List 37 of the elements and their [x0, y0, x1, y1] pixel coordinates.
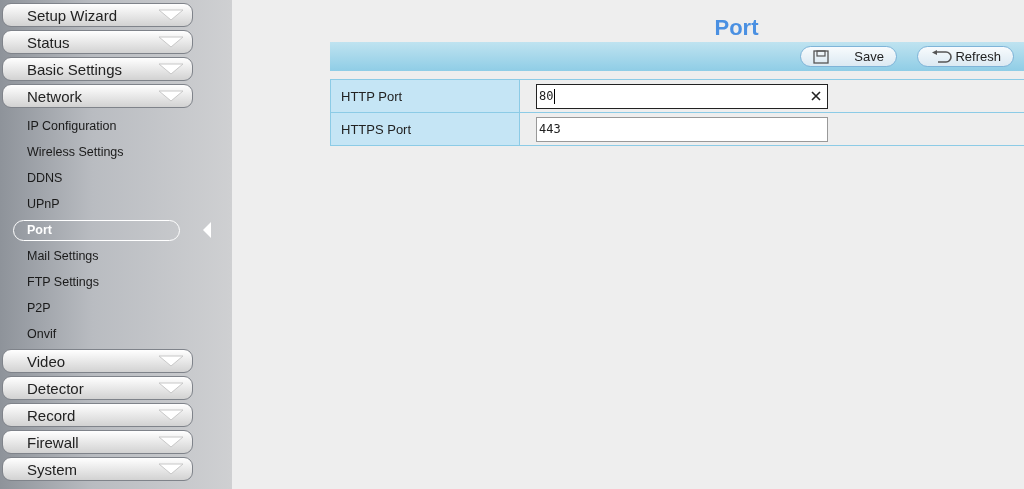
- pointer-icon: [202, 222, 212, 238]
- menu-group[interactable]: Video: [2, 349, 193, 373]
- menu-item[interactable]: DDNS: [27, 167, 63, 189]
- port-field[interactable]: 443: [536, 116, 828, 142]
- page-title: Port: [713, 15, 760, 42]
- chevron-down-icon: [158, 355, 184, 367]
- save-button[interactable]: Save: [800, 46, 897, 67]
- menu-item[interactable]: Wireless Settings: [27, 141, 124, 163]
- menu-item[interactable]: IP Configuration: [27, 115, 117, 137]
- field-label: HTTPS Port: [331, 113, 520, 145]
- chevron-down-icon: [158, 90, 184, 102]
- refresh-button[interactable]: Refresh: [917, 46, 1014, 67]
- chevron-down-icon: [158, 63, 184, 75]
- text-cursor: [554, 88, 556, 104]
- menu-item[interactable]: UPnP: [27, 193, 60, 215]
- menu-group[interactable]: Record: [2, 403, 193, 427]
- menu-group[interactable]: Setup Wizard: [2, 3, 193, 27]
- menu-item[interactable]: P2P: [27, 297, 51, 319]
- chevron-down-icon: [158, 36, 184, 48]
- menu-group[interactable]: Basic Settings: [2, 57, 193, 81]
- clear-icon[interactable]: [811, 91, 821, 101]
- menu-item[interactable]: Onvif: [27, 323, 57, 345]
- menu-group[interactable]: Status: [2, 30, 193, 54]
- menu-item[interactable]: FTP Settings: [27, 271, 100, 293]
- menu-group[interactable]: System: [2, 457, 193, 481]
- field-label: HTTP Port: [331, 80, 520, 112]
- menu-group[interactable]: Network: [2, 84, 193, 108]
- menu-group[interactable]: Detector: [2, 376, 193, 400]
- chevron-down-icon: [158, 382, 184, 394]
- port-field[interactable]: 80: [536, 83, 828, 109]
- chevron-down-icon: [158, 436, 184, 448]
- chevron-down-icon: [158, 409, 184, 421]
- menu-item[interactable]: Mail Settings: [27, 245, 99, 267]
- chevron-down-icon: [158, 463, 184, 475]
- chevron-down-icon: [158, 9, 184, 21]
- menu-group[interactable]: Firewall: [2, 430, 193, 454]
- undo-arrow-icon: [930, 49, 952, 64]
